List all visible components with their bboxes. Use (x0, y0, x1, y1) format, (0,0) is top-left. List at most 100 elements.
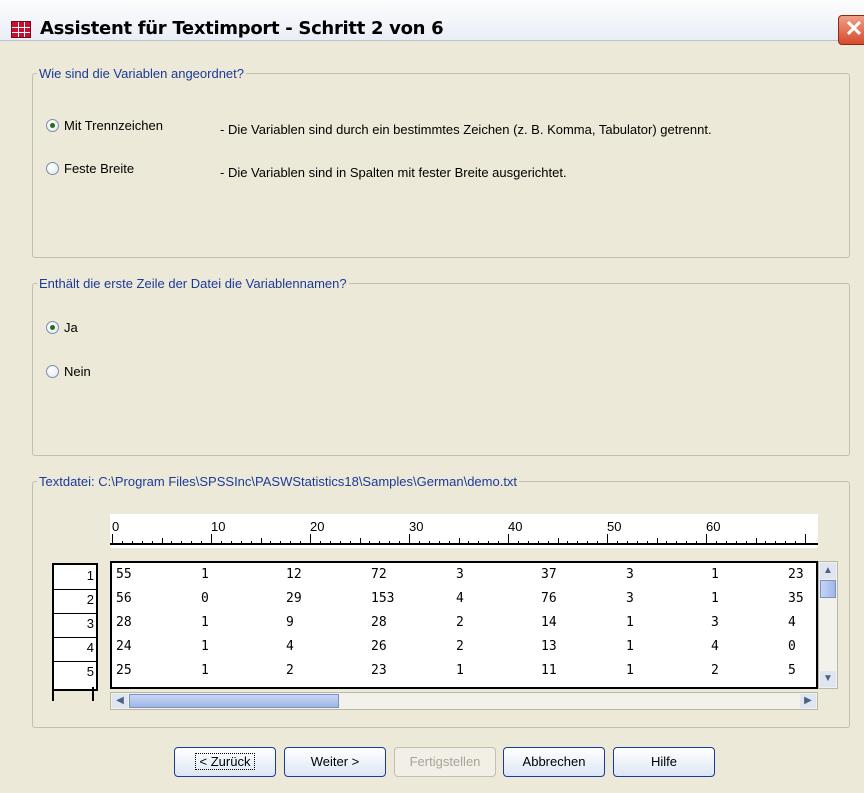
ruler-tick (478, 541, 480, 544)
scroll-down-icon[interactable]: ▼ (820, 671, 836, 687)
ruler-tick (527, 541, 529, 544)
ruler-tick (517, 541, 519, 544)
data-cell: 2 (286, 663, 294, 678)
ruler-label: 10 (211, 519, 226, 534)
ruler-tick (785, 541, 787, 544)
cancel-button[interactable]: Abbrechen (503, 747, 605, 777)
horizontal-scroll-thumb[interactable] (129, 694, 339, 708)
finish-button-label: Fertigstellen (409, 754, 481, 769)
ruler-tick (795, 541, 797, 544)
line-number-divider (54, 661, 96, 662)
ruler-tick (349, 541, 351, 544)
ruler-tick (745, 541, 747, 544)
data-cell: 2 (456, 639, 464, 654)
data-cell: 3 (456, 567, 464, 582)
line-number-divider (54, 613, 96, 614)
ruler-tick (448, 541, 450, 544)
line-numbers-edge (92, 687, 95, 701)
data-cell: 1 (456, 663, 464, 678)
cancel-button-label: Abbrechen (522, 754, 586, 769)
radio-no-label: Nein (64, 364, 91, 379)
data-cell: 72 (371, 567, 387, 582)
ruler-tick (765, 541, 767, 544)
next-button[interactable]: Weiter > (284, 747, 386, 777)
ruler-tick (151, 541, 153, 544)
data-cell: 37 (541, 567, 557, 582)
horizontal-scrollbar[interactable]: ◀ ▶ (110, 692, 818, 710)
ruler-tick (389, 541, 391, 544)
data-cell: 12 (286, 567, 302, 582)
radio-yes[interactable]: Ja (46, 320, 78, 335)
title-bar: Assistent für Textimport - Schritt 2 von… (0, 0, 864, 45)
ruler-tick (329, 541, 331, 544)
ruler-tick (567, 541, 569, 544)
ruler-tick (290, 541, 292, 544)
ruler-tick (805, 534, 806, 544)
radio-off-icon (46, 365, 59, 378)
data-cell: 14 (541, 615, 557, 630)
ruler-tick (715, 541, 717, 544)
scroll-left-icon[interactable]: ◀ (112, 694, 128, 708)
radio-no[interactable]: Nein (46, 364, 91, 379)
ruler-tick (508, 534, 509, 544)
radio-fixed-width[interactable]: Feste Breite (46, 161, 134, 176)
column-ruler[interactable]: 0 10 20 30 40 50 60 (110, 514, 818, 548)
ruler-tick (230, 541, 232, 544)
data-cell: 55 (116, 567, 132, 582)
ruler-tick (250, 541, 252, 544)
data-cell: 4 (788, 615, 796, 630)
scroll-up-icon[interactable]: ▲ (820, 563, 836, 579)
scroll-right-icon[interactable]: ▶ (800, 694, 816, 708)
ruler-tick (646, 541, 648, 544)
ruler-tick (468, 541, 470, 544)
ruler-tick (557, 538, 559, 544)
data-cell: 153 (371, 591, 395, 606)
data-cell: 1 (711, 591, 719, 606)
ruler-tick (587, 541, 589, 544)
radio-off-icon (46, 162, 59, 175)
vertical-scrollbar[interactable]: ▲ ▼ (818, 561, 838, 689)
radio-on-icon (46, 321, 59, 334)
ruler-tick (141, 541, 143, 544)
ruler-tick (359, 538, 361, 544)
ruler-tick (280, 541, 282, 544)
line-number-divider (54, 589, 96, 590)
line-number: 5 (86, 664, 94, 679)
vertical-scroll-thumb[interactable] (820, 580, 836, 598)
data-cell: 35 (788, 591, 804, 606)
ruler-tick (735, 541, 737, 544)
radio-on-icon (46, 119, 59, 132)
radio-delimited[interactable]: Mit Trennzeichen (46, 118, 163, 133)
ruler-tick (775, 541, 777, 544)
ruler-label: 40 (508, 519, 523, 534)
header-row-group: Enthält die erste Zeile der Datei die Va… (32, 276, 850, 456)
data-cell: 1 (711, 567, 719, 582)
data-cell: 1 (201, 663, 209, 678)
ruler-tick (547, 541, 549, 544)
data-cell: 26 (371, 639, 387, 654)
back-button[interactable]: < Zurück (174, 747, 276, 777)
ruler-tick (201, 541, 203, 544)
data-cell: 1 (201, 615, 209, 630)
ruler-label: 20 (310, 519, 325, 534)
ruler-tick (498, 541, 500, 544)
ruler-tick (240, 541, 242, 544)
data-cell: 24 (116, 639, 132, 654)
delimited-description: - Die Variablen sind durch ein bestimmte… (220, 122, 712, 137)
ruler-tick (438, 541, 440, 544)
ruler-tick (220, 541, 222, 544)
ruler-label: 0 (112, 519, 120, 534)
data-cell: 29 (286, 591, 302, 606)
line-number: 4 (86, 640, 94, 655)
help-button-label: Hilfe (650, 754, 677, 769)
ruler-tick (656, 538, 658, 544)
ruler-tick (686, 541, 688, 544)
ruler-tick (369, 541, 371, 544)
line-numbers-edge (52, 687, 55, 701)
ruler-tick (399, 541, 401, 544)
help-button[interactable]: Hilfe (613, 747, 715, 777)
data-preview-grid[interactable]: 55 1 12 72 3 37 3 1 23 56 0 29 153 4 76 3 1 35 28 1 9 28 2 14 1 3… (110, 561, 818, 689)
window-title: Assistent für Textimport - Schritt 2 von… (40, 18, 444, 39)
ruler-tick (161, 538, 163, 544)
close-button[interactable]: ✕ (838, 15, 864, 45)
